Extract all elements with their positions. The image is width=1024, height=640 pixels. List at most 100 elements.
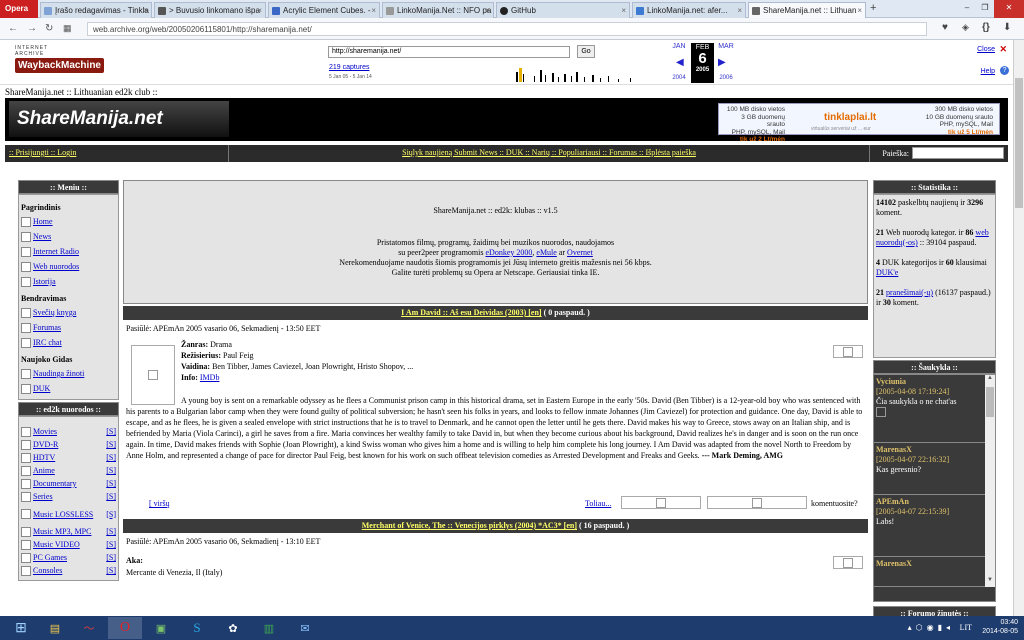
ed2k-item[interactable]: HDTV [S] [21,451,116,464]
messages-link[interactable]: pranešimai(-ų) [886,288,933,297]
back-arrow-icon[interactable]: ← [8,23,18,34]
hosting-ad-banner[interactable]: 100 MB disko vietos 3 GB duomenų srauto … [718,103,1000,143]
menu-item-news[interactable]: News [21,229,116,244]
site-logo[interactable]: ShareManija.net [9,101,229,137]
menu-item-home[interactable]: Home [21,214,116,229]
new-tab-button[interactable]: + [870,2,876,14]
browser-tab[interactable]: Įrašo redagavimas - Tinkla × [40,2,152,18]
download-image-button[interactable] [621,496,701,509]
menu-item-useful[interactable]: Naudinga žinoti [21,366,116,381]
top-nav-links[interactable]: Siųlyk naujieną Submit News :: DUK :: Na… [228,145,870,162]
wayback-help-link[interactable]: Help [981,68,995,75]
app-icon[interactable]: ✿ [216,617,250,639]
menu-item-forum[interactable]: Forumas [21,320,116,335]
ed2k-item[interactable]: PC Games [S] [21,551,116,564]
overnet-link[interactable]: Overnet [567,248,593,257]
shoutbox-scrollbar[interactable]: ▲ ▼ [985,375,995,587]
article-title-link[interactable]: Merchant of Venice, The :: Venecijos pir… [362,521,577,530]
page-scrollbar[interactable] [1013,40,1024,616]
ed2k-item[interactable]: DVD-R [S] [21,438,116,451]
prev-month-label[interactable]: JAN [668,43,690,50]
faq-link[interactable]: DUK'e [876,268,898,277]
browser-tab[interactable]: LinkoManija.net: afer... × [632,2,746,18]
menu-item-irc[interactable]: IRC chat [21,335,116,350]
article-title-link[interactable]: I Am David :: Aš esu Deividas (2003) [en… [401,308,541,317]
start-button-icon[interactable]: ⊞ [4,617,38,639]
menu-item-web-links[interactable]: Web nuorodos [21,259,116,274]
url-field[interactable]: web.archive.org/web/20050206115801/http:… [87,22,927,36]
speed-dial-icon[interactable]: ▦ [63,23,72,34]
reload-icon[interactable]: ↻ [45,23,53,34]
wayback-go-button[interactable]: Go [577,45,595,58]
close-x-icon[interactable]: ✕ [999,44,1007,55]
opera-menu-button[interactable]: Opera [0,0,38,18]
menu-item-faq[interactable]: DUK [21,381,116,396]
ed2k-item[interactable]: Consoles [S] [21,564,116,577]
ed2k-item[interactable]: Music LOSSLESS [S] [21,503,116,525]
wayback-close-link[interactable]: Close [977,46,995,53]
imdb-link[interactable]: IMDb [200,373,220,382]
comment-image-button[interactable] [707,496,807,509]
tab-close-icon[interactable]: × [621,6,626,15]
shoutbox[interactable]: Vyciunia [2005-04-08 17:19:24] Čia saukykl… [873,374,996,602]
menu-item-history[interactable]: Istorija [21,274,116,289]
next-year[interactable]: 2006 [715,75,737,81]
browser-tab[interactable]: > Buvusio linkomano išpa × [154,2,266,18]
skype-icon[interactable]: S [180,617,214,639]
help-icon[interactable]: ? [1000,66,1009,75]
opera-taskbar-icon[interactable]: O [108,617,142,639]
browser-tab-active[interactable]: ShareManija.net :: Lithuan × [748,2,866,18]
devtools-icon[interactable]: {} [982,22,990,33]
ed2k-item[interactable]: Movies [S] [21,425,116,438]
ed2k-item[interactable]: Series [S] [21,490,116,503]
rating-image[interactable] [833,556,863,569]
app-window-icon[interactable]: ▣ [144,617,178,639]
capture-sparkline[interactable] [514,64,650,82]
tab-close-icon[interactable]: × [143,6,148,15]
browser-tab[interactable]: Acrylic Element Cubes. - × [268,2,380,18]
ed2k-item[interactable]: Documentary [S] [21,477,116,490]
maximize-icon[interactable]: ❐ [976,0,994,18]
tab-close-icon[interactable]: × [485,6,490,15]
ed2k-item[interactable]: Music MP3, MPC [S] [21,525,116,538]
mail-client-icon[interactable]: ✉ [288,617,322,639]
window-close-icon[interactable]: ✕ [994,0,1024,18]
site-search-input[interactable] [912,147,1004,159]
file-explorer-icon[interactable]: ▤ [38,617,72,639]
prev-capture-arrow-icon[interactable]: ◀ [676,57,684,68]
browser-tab[interactable]: LinkoManija.Net :: NFO pa × [382,2,494,18]
heart-icon[interactable]: ♥ [942,22,948,33]
extension-icon[interactable]: ◈ [962,22,969,33]
download-icon[interactable]: ⬇ [1003,22,1011,33]
language-indicator[interactable]: LIT [960,623,972,632]
read-more-link[interactable]: Toliau... [585,499,611,508]
next-capture-arrow-icon[interactable]: ▶ [718,57,726,68]
tray-icons[interactable]: ▴⬡◉▮◂ [908,623,954,632]
minimize-icon[interactable]: – [958,0,976,18]
clock[interactable]: 03:40 2014-08-05 [982,618,1018,636]
menu-item-radio[interactable]: Internet Radio [21,244,116,259]
next-month-label[interactable]: MAR [715,43,737,50]
browser-tab[interactable]: GitHub × [496,2,630,18]
prev-year[interactable]: 2004 [668,75,690,81]
ed2k-item[interactable]: Anime [S] [21,464,116,477]
tab-close-icon[interactable]: × [257,6,262,15]
wayback-logo[interactable]: INTERNET ARCHIVE WaybackMachine [15,45,104,73]
app-icon[interactable]: 〜 [72,617,106,639]
scroll-thumb[interactable] [986,387,994,417]
tab-close-icon[interactable]: × [857,6,862,15]
forward-arrow-icon[interactable]: → [27,23,37,34]
scroll-down-icon[interactable]: ▼ [985,577,995,587]
tab-close-icon[interactable]: × [737,6,742,15]
tab-close-icon[interactable]: × [371,6,376,15]
captures-link[interactable]: 219 captures [329,64,369,71]
back-to-top-link[interactable]: [ viršų [149,499,170,508]
emule-link[interactable]: eMule [536,248,556,257]
spreadsheet-icon[interactable]: ▥ [252,617,286,639]
wayback-url-input[interactable]: http://sharemanija.net/ [328,46,570,58]
scroll-up-icon[interactable]: ▲ [985,375,995,385]
ed2k-item[interactable]: Music VIDEO [S] [21,538,116,551]
edonkey-link[interactable]: eDonkey 2000 [486,248,533,257]
page-scroll-thumb[interactable] [1015,78,1023,208]
login-link[interactable]: :: Prisijungti :: Login [9,148,76,157]
